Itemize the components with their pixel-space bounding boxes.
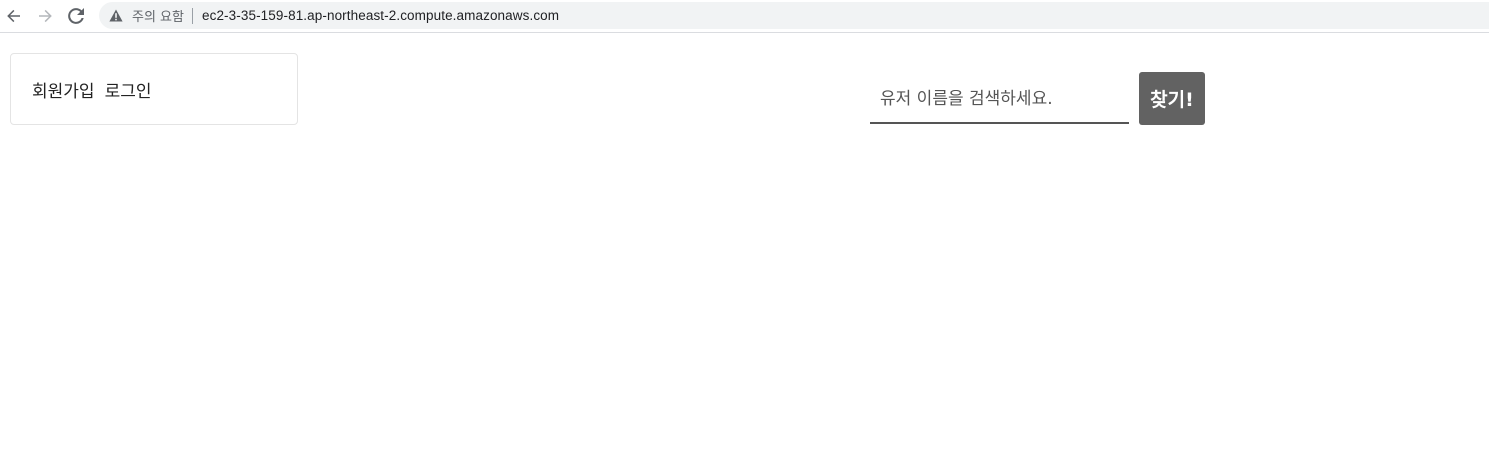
back-arrow-icon <box>6 8 22 24</box>
warning-triangle-icon[interactable] <box>109 9 123 23</box>
security-status-label[interactable]: 주의 요함 <box>132 6 184 25</box>
search-button[interactable]: 찾기! <box>1139 72 1205 125</box>
address-bar[interactable]: 주의 요함 ec2-3-35-159-81.ap-northeast-2.com… <box>99 2 1489 29</box>
login-link[interactable]: 로그인 <box>105 77 152 102</box>
forward-arrow-icon <box>37 8 53 24</box>
reload-icon <box>68 8 84 24</box>
signup-link[interactable]: 회원가입 <box>32 77 95 102</box>
user-search-input[interactable] <box>870 76 1129 124</box>
back-button[interactable] <box>2 4 26 28</box>
browser-toolbar: 주의 요함 ec2-3-35-159-81.ap-northeast-2.com… <box>0 0 1489 33</box>
reload-button[interactable] <box>64 4 88 28</box>
forward-button[interactable] <box>33 4 57 28</box>
auth-card: 회원가입 로그인 <box>10 53 298 125</box>
url-text[interactable]: ec2-3-35-159-81.ap-northeast-2.compute.a… <box>202 8 559 23</box>
address-divider <box>191 7 193 24</box>
